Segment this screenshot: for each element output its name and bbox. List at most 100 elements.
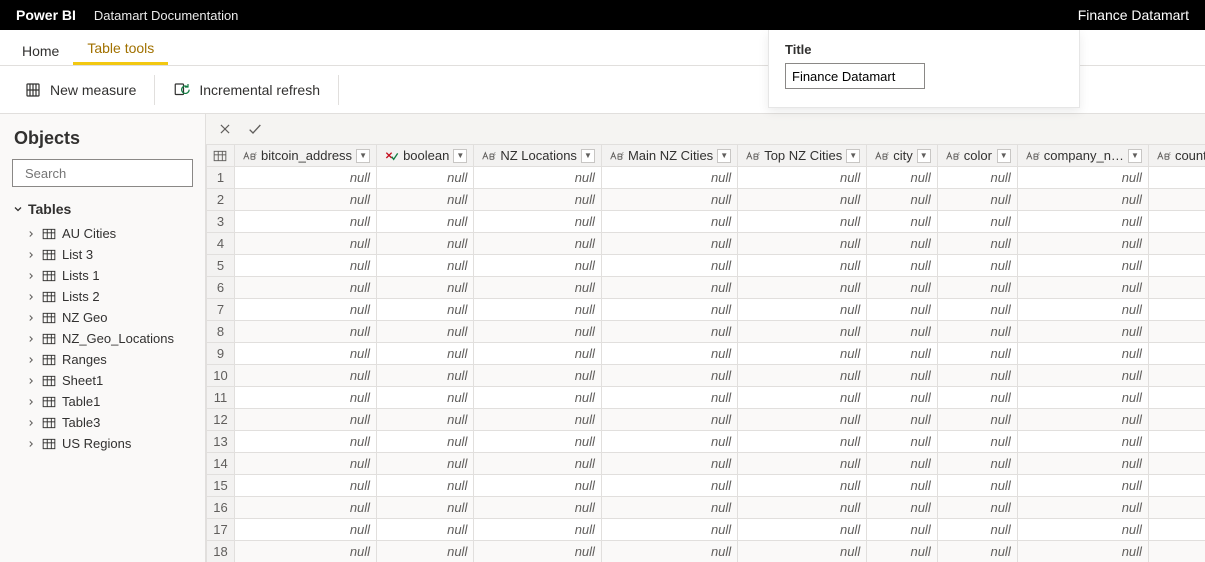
- grid-cell[interactable]: null: [474, 475, 602, 497]
- grid-cell[interactable]: null: [1148, 321, 1205, 343]
- column-header[interactable]: Ccompany_n…▼: [1017, 145, 1148, 167]
- table-row[interactable]: 9nullnullnullnullnullnullnullnullnull: [207, 343, 1205, 365]
- grid-cell[interactable]: null: [867, 167, 938, 189]
- grid-cell[interactable]: null: [867, 321, 938, 343]
- grid-cell[interactable]: null: [377, 431, 474, 453]
- title-input[interactable]: [785, 63, 925, 89]
- grid-cell[interactable]: null: [235, 541, 377, 562]
- grid-cell[interactable]: null: [738, 497, 867, 519]
- grid-cell[interactable]: null: [1017, 277, 1148, 299]
- grid-cell[interactable]: null: [1017, 255, 1148, 277]
- grid-cell[interactable]: null: [937, 299, 1017, 321]
- grid-cell[interactable]: null: [377, 189, 474, 211]
- grid-cell[interactable]: null: [1017, 321, 1148, 343]
- row-number[interactable]: 10: [207, 365, 235, 387]
- column-filter-button[interactable]: ▼: [717, 149, 731, 163]
- grid-cell[interactable]: null: [1148, 189, 1205, 211]
- grid-cell[interactable]: null: [937, 387, 1017, 409]
- grid-cell[interactable]: null: [867, 211, 938, 233]
- grid-cell[interactable]: null: [1017, 387, 1148, 409]
- grid-cell[interactable]: null: [377, 475, 474, 497]
- grid-cell[interactable]: null: [601, 541, 737, 562]
- grid-cell[interactable]: null: [601, 453, 737, 475]
- grid-cell[interactable]: null: [937, 167, 1017, 189]
- table-row[interactable]: 18nullnullnullnullnullnullnullnullnull: [207, 541, 1205, 562]
- grid-cell[interactable]: null: [235, 365, 377, 387]
- grid-cell[interactable]: null: [601, 365, 737, 387]
- grid-cell[interactable]: null: [1148, 277, 1205, 299]
- grid-cell[interactable]: null: [377, 277, 474, 299]
- grid-cell[interactable]: null: [377, 255, 474, 277]
- grid-cell[interactable]: null: [235, 321, 377, 343]
- grid-cell[interactable]: null: [937, 343, 1017, 365]
- grid-cell[interactable]: null: [1017, 453, 1148, 475]
- grid-cell[interactable]: null: [867, 387, 938, 409]
- grid-cell[interactable]: null: [377, 233, 474, 255]
- row-number[interactable]: 3: [207, 211, 235, 233]
- row-number[interactable]: 16: [207, 497, 235, 519]
- grid-cell[interactable]: null: [474, 189, 602, 211]
- grid-cell[interactable]: null: [1017, 189, 1148, 211]
- grid-cell[interactable]: null: [235, 453, 377, 475]
- grid-cell[interactable]: null: [474, 541, 602, 562]
- grid-cell[interactable]: null: [474, 167, 602, 189]
- grid-cell[interactable]: null: [474, 299, 602, 321]
- table-row[interactable]: 11nullnullnullnullnullnullnullnullnull: [207, 387, 1205, 409]
- grid-cell[interactable]: null: [738, 541, 867, 562]
- grid-cell[interactable]: null: [601, 277, 737, 299]
- grid-cell[interactable]: null: [738, 211, 867, 233]
- incremental-refresh-button[interactable]: Incremental refresh: [159, 75, 334, 105]
- grid-cell[interactable]: null: [235, 343, 377, 365]
- row-number[interactable]: 2: [207, 189, 235, 211]
- grid-cell[interactable]: null: [601, 167, 737, 189]
- grid-cell[interactable]: null: [235, 431, 377, 453]
- search-input[interactable]: [25, 166, 201, 181]
- grid-cell[interactable]: null: [474, 255, 602, 277]
- row-number[interactable]: 14: [207, 453, 235, 475]
- grid-cell[interactable]: null: [377, 167, 474, 189]
- table-row[interactable]: 15nullnullnullnullnullnullnullnullnull: [207, 475, 1205, 497]
- table-row[interactable]: 3nullnullnullnullnullnullnullnullnull: [207, 211, 1205, 233]
- grid-cell[interactable]: null: [601, 519, 737, 541]
- table-row[interactable]: 13nullnullnullnullnullnullnullnullnull: [207, 431, 1205, 453]
- column-filter-button[interactable]: ▼: [1128, 149, 1142, 163]
- grid-cell[interactable]: null: [1017, 343, 1148, 365]
- grid-cell[interactable]: null: [601, 233, 737, 255]
- grid-cell[interactable]: null: [1017, 475, 1148, 497]
- column-filter-button[interactable]: ▼: [917, 149, 931, 163]
- sidebar-item-table[interactable]: List 3: [12, 244, 193, 265]
- grid-cell[interactable]: null: [474, 409, 602, 431]
- row-number[interactable]: 8: [207, 321, 235, 343]
- sidebar-item-table[interactable]: NZ Geo: [12, 307, 193, 328]
- row-number[interactable]: 15: [207, 475, 235, 497]
- grid-cell[interactable]: null: [1148, 255, 1205, 277]
- sidebar-item-table[interactable]: US Regions: [12, 433, 193, 454]
- table-row[interactable]: 2nullnullnullnullnullnullnullnullnull: [207, 189, 1205, 211]
- grid-cell[interactable]: null: [601, 211, 737, 233]
- column-filter-button[interactable]: ▼: [997, 149, 1011, 163]
- grid-cell[interactable]: null: [377, 409, 474, 431]
- grid-cell[interactable]: null: [937, 541, 1017, 562]
- grid-cell[interactable]: null: [601, 475, 737, 497]
- table-row[interactable]: 16nullnullnullnullnullnullnullnullnull: [207, 497, 1205, 519]
- column-filter-button[interactable]: ▼: [356, 149, 370, 163]
- column-filter-button[interactable]: ▼: [846, 149, 860, 163]
- grid-cell[interactable]: null: [235, 255, 377, 277]
- grid-cell[interactable]: null: [235, 167, 377, 189]
- tables-tree-header[interactable]: Tables: [12, 201, 193, 217]
- grid-cell[interactable]: null: [1148, 409, 1205, 431]
- grid-cell[interactable]: null: [1148, 431, 1205, 453]
- column-header[interactable]: boolean▼: [377, 145, 474, 167]
- grid-cell[interactable]: null: [937, 497, 1017, 519]
- grid-cell[interactable]: null: [937, 233, 1017, 255]
- sidebar-item-table[interactable]: Sheet1: [12, 370, 193, 391]
- column-header[interactable]: CNZ Locations▼: [474, 145, 602, 167]
- grid-cell[interactable]: null: [738, 233, 867, 255]
- grid-cell[interactable]: null: [867, 189, 938, 211]
- grid-cell[interactable]: null: [937, 519, 1017, 541]
- sidebar-item-table[interactable]: Lists 2: [12, 286, 193, 307]
- row-number[interactable]: 12: [207, 409, 235, 431]
- grid-corner[interactable]: [207, 145, 235, 167]
- grid-cell[interactable]: null: [474, 365, 602, 387]
- column-header[interactable]: CTop NZ Cities▼: [738, 145, 867, 167]
